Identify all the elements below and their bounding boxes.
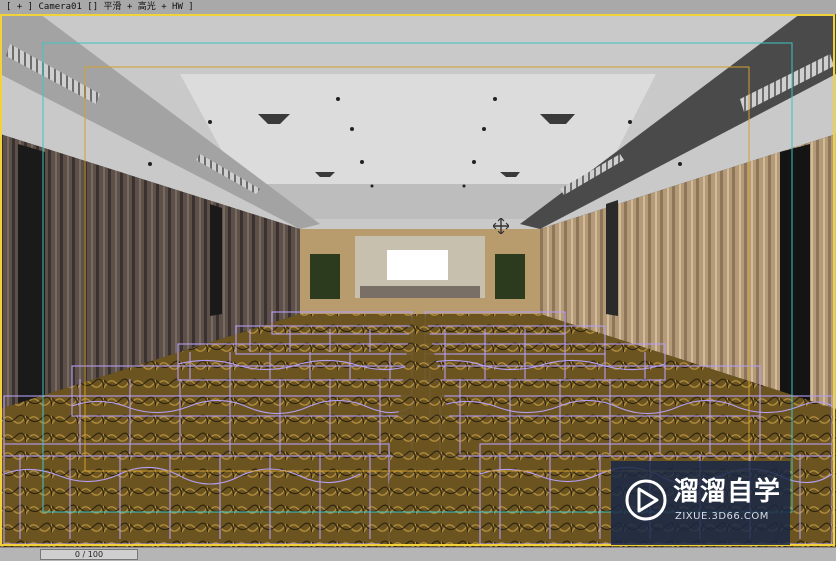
right-plant: [495, 254, 525, 299]
watermark-badge: 溜溜自学 ZIXUE.3D66.COM: [611, 461, 790, 545]
viewport-label-menu[interactable]: [ + ] Camera01 [] 平滑 + 高光 + HW ]: [6, 1, 194, 13]
timeline-status-bar: 0 / 100: [0, 547, 836, 561]
play-logo-icon: [625, 479, 667, 521]
move-cross-icon[interactable]: [493, 218, 509, 234]
left-wall-pillar-2: [210, 204, 222, 316]
stage-desk: [360, 286, 480, 298]
camera-viewport[interactable]: [ + ] Camera01 [] 平滑 + 高光 + HW ] 0 / 100…: [0, 0, 836, 561]
ceiling-inner-panel: [180, 74, 656, 184]
right-wall-pillar: [780, 144, 810, 409]
watermark-url: ZIXUE.3D66.COM: [675, 511, 769, 522]
frame-counter[interactable]: 0 / 100: [40, 549, 138, 560]
viewport-header: [ + ] Camera01 [] 平滑 + 高光 + HW ]: [0, 0, 836, 14]
projection-screen: [387, 250, 448, 280]
watermark-title: 溜溜自学: [673, 477, 782, 507]
left-plant: [310, 254, 340, 299]
right-wall-pillar-2: [606, 200, 618, 316]
left-wall-pillars: [18, 144, 45, 404]
